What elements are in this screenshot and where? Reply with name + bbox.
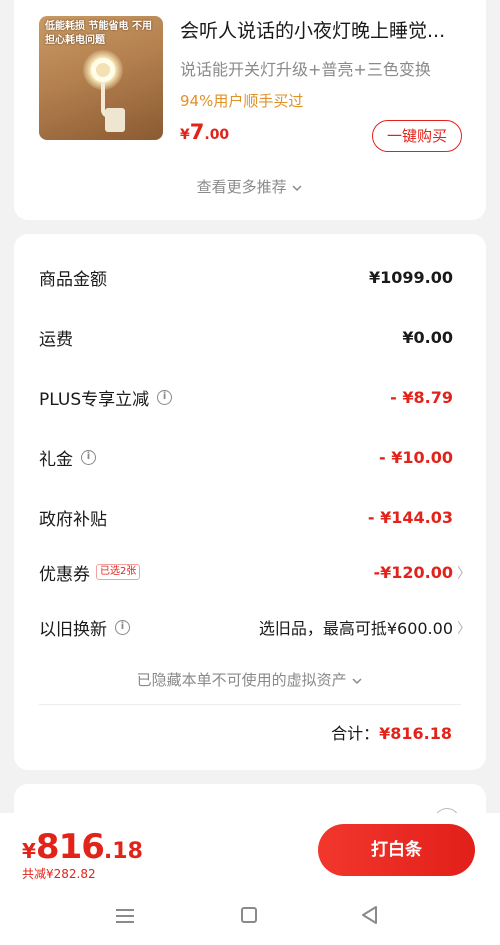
summary-row-plus-discount: PLUS专享立减 i - ¥8.79 [39,382,453,412]
chevron-down-icon [352,677,362,684]
row-value: - ¥144.03 [367,507,453,527]
row-value: ¥0.00 [402,327,453,347]
recommendation-card: 低能耗损 节能省电 不用担心耗电问题 会听人说话的小夜灯晚上睡觉... 说话能开… [14,0,486,220]
chevron-down-icon [292,184,302,191]
info-icon[interactable]: i [157,389,173,405]
total-label: 合计： [331,724,380,743]
nav-home-icon[interactable] [241,907,257,923]
row-value: ¥1099.00 [368,267,453,287]
info-icon[interactable]: i [81,449,96,465]
summary-row-gift-money: 礼金 i - ¥10.00 [39,442,453,472]
one-click-buy-button[interactable]: 一键购买 [372,120,462,152]
lamp-head [91,58,115,82]
hidden-assets-toggle[interactable]: 已隐藏本单不可使用的虚拟资产 [14,669,486,690]
total-value: ¥816.18 [379,724,452,743]
product-subtitle: 说话能开关灯升级+普亮+三色变换 [180,60,431,79]
row-value: -¥120.00 [373,562,453,582]
divider [39,704,461,705]
product-title[interactable]: 会听人说话的小夜灯晚上睡觉... [180,18,460,44]
payable-amount: ¥816.18 [22,827,143,867]
order-summary-card: 商品金额 ¥1099.00 运费 ¥0.00 PLUS专享立减 i - ¥8.7… [14,234,486,770]
system-nav-bar [0,885,500,945]
price-currency: ¥ [22,839,36,863]
price-currency: ¥ [180,127,190,143]
coupon-count-tag: 已选2张 [96,564,141,580]
total-saving[interactable]: 共减¥282.82 [22,865,96,882]
hidden-assets-label: 已隐藏本单不可使用的虚拟资产 [136,671,347,689]
checkout-bar: ¥816.18 共减¥282.82 打白条 [0,813,500,885]
purchase-stat: 94%用户顺手买过 [180,92,304,110]
product-price: ¥7.00 [180,120,229,144]
row-label: 以旧换新 [39,619,107,640]
summary-row-government-subsidy: 政府补贴 - ¥144.03 [39,502,453,532]
chevron-right-icon: 〉 [457,566,471,582]
order-total: 合计：¥816.18 [331,720,452,744]
nav-back-icon[interactable] [360,905,380,925]
summary-row-trade-in[interactable]: 以旧换新 i 选旧品，最高可抵¥600.00 〉 [39,612,471,642]
thumbnail-caption: 低能耗损 节能省电 不用担心耗电问题 [45,21,152,46]
summary-row-shipping: 运费 ¥0.00 [39,322,453,352]
nav-menu-icon[interactable] [116,909,134,923]
more-link-label: 查看更多推荐 [196,178,287,196]
summary-row-goods-amount: 商品金额 ¥1099.00 [39,262,453,292]
summary-row-coupons[interactable]: 优惠券 已选2张 -¥120.00 〉 [39,557,471,587]
row-label: 礼金 [39,449,73,470]
price-decimal: .18 [103,839,143,864]
row-label: PLUS专享立减 [39,389,150,410]
info-icon[interactable]: i [115,619,130,635]
row-label: 优惠券 [39,564,90,585]
row-label: 政府补贴 [39,509,107,530]
pay-baitiao-button[interactable]: 打白条 [318,824,475,876]
row-value: - ¥8.79 [390,387,453,407]
price-decimal: .00 [204,127,230,143]
chevron-right-icon: 〉 [457,621,471,637]
row-label: 商品金额 [39,269,107,290]
lamp-plug [105,108,125,132]
row-value: - ¥10.00 [379,447,453,467]
price-integer: 7 [189,120,205,144]
more-recommendations-link[interactable]: 查看更多推荐 [14,176,486,197]
row-value: 选旧品，最高可抵¥600.00 [258,619,453,638]
row-label: 运费 [39,329,73,350]
product-thumbnail[interactable]: 低能耗损 节能省电 不用担心耗电问题 [39,16,163,140]
price-integer: 816 [35,827,105,867]
